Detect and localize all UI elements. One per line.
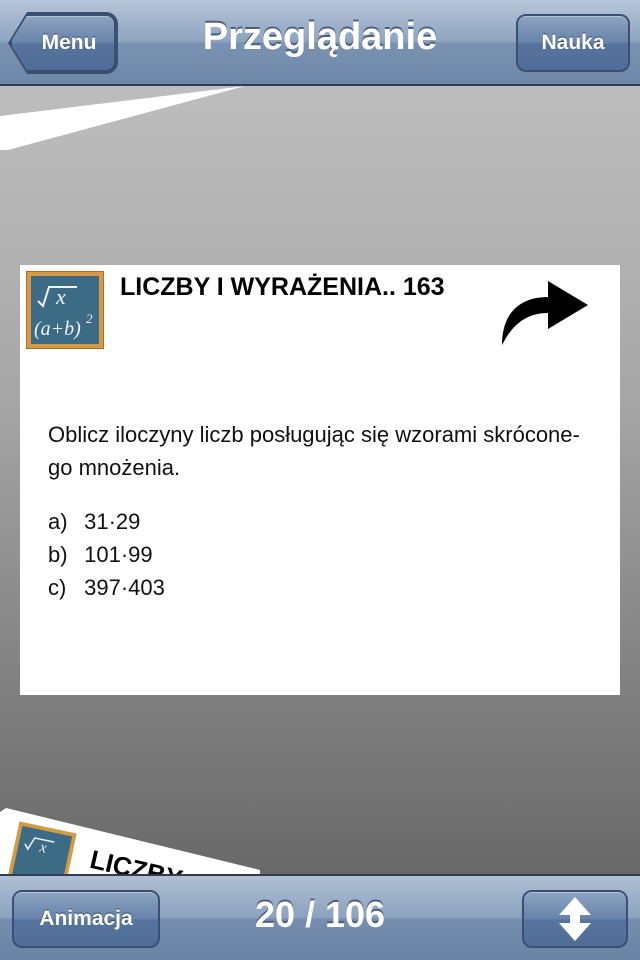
- next-card-corner: x LICZBY: [0, 808, 260, 878]
- task-item-label: a): [48, 509, 68, 534]
- task-item-expression: 101·99: [84, 542, 153, 567]
- svg-text:(a+b): (a+b): [34, 318, 81, 340]
- task-items: a) 31·29 b) 101·99 c) 397·403: [48, 505, 165, 604]
- task-item-label: c): [48, 575, 67, 600]
- bottom-toolbar: Animacja 20 / 106: [0, 874, 640, 960]
- task-item: a) 31·29: [48, 505, 165, 538]
- svg-text:x: x: [55, 284, 66, 309]
- task-item-expression: 397·403: [84, 575, 165, 600]
- nauka-button[interactable]: Nauka: [516, 14, 630, 72]
- card-title: LICZBY I WYRAŻENIA.. 163: [120, 273, 445, 301]
- up-down-arrows-icon: [559, 897, 591, 941]
- task-text: Oblicz iloczyny liczb posługując się wzo…: [48, 422, 580, 480]
- navigation-bar: Menu Przeglądanie Nauka: [0, 0, 640, 86]
- svg-text:2: 2: [86, 311, 93, 326]
- flash-card[interactable]: x (a+b) 2 LICZBY I WYRAŻENIA.. 163 Oblic…: [20, 265, 620, 695]
- up-down-button[interactable]: [522, 890, 628, 948]
- task-item: b) 101·99: [48, 538, 165, 571]
- next-card-title: LICZBY: [87, 844, 186, 878]
- chalkboard-math-icon: x: [7, 821, 77, 878]
- nauka-button-label: Nauka: [541, 31, 605, 54]
- task-item: c) 397·403: [48, 571, 165, 604]
- task-item-label: b): [48, 542, 68, 567]
- previous-card-corner: [0, 86, 245, 150]
- task-item-expression: 31·29: [84, 509, 141, 534]
- chalkboard-math-icon: x (a+b) 2: [26, 271, 104, 349]
- curved-arrow-right-icon[interactable]: [500, 273, 590, 347]
